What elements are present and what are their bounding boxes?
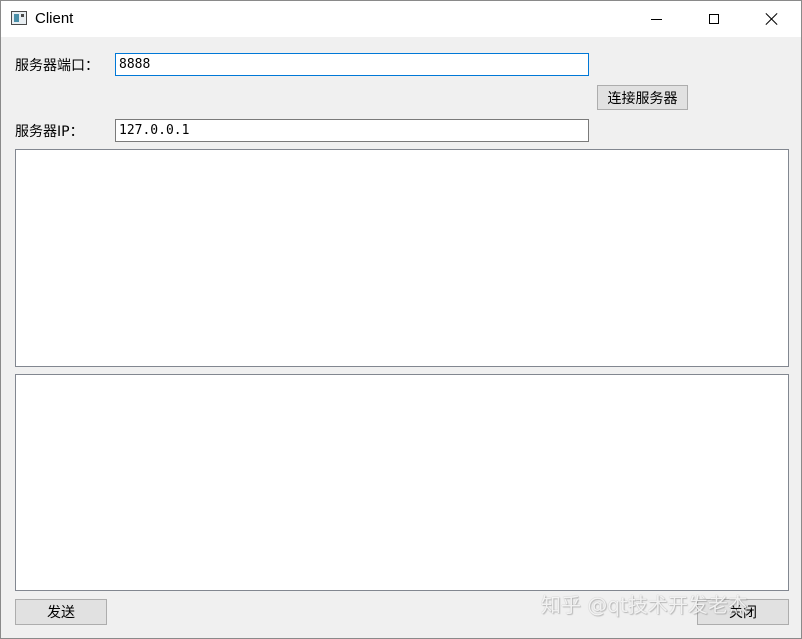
client-window: Client 服务器端口： 连接服务器 服务器IP： 发送 关闭 知乎 @qt技… — [0, 0, 802, 639]
maximize-icon — [709, 14, 719, 24]
send-button[interactable]: 发送 — [15, 599, 107, 625]
title-bar[interactable]: Client — [1, 1, 801, 37]
server-port-input[interactable] — [115, 53, 589, 76]
server-ip-input[interactable] — [115, 119, 589, 142]
send-message-textarea[interactable] — [15, 374, 789, 591]
maximize-button[interactable] — [685, 1, 743, 37]
received-messages-textarea[interactable] — [15, 149, 789, 367]
server-ip-label: 服务器IP： — [15, 124, 84, 140]
connect-server-button[interactable]: 连接服务器 — [597, 85, 688, 110]
app-window-icon — [11, 11, 27, 25]
close-button[interactable]: 关闭 — [697, 599, 789, 625]
close-icon — [765, 12, 779, 26]
window-title: Client — [35, 10, 74, 27]
server-port-label: 服务器端口： — [15, 58, 99, 74]
minimize-icon — [650, 18, 662, 20]
close-window-button[interactable] — [743, 1, 801, 37]
minimize-button[interactable] — [627, 1, 685, 37]
